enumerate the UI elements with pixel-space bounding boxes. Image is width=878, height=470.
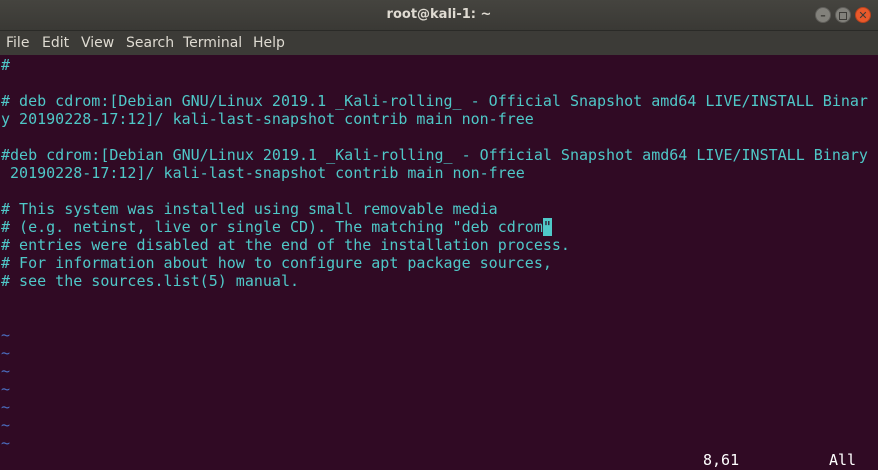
menu-edit[interactable]: Edit xyxy=(42,31,69,55)
empty-line-tilde: ~ xyxy=(1,326,11,344)
terminal-line: # xyxy=(1,56,11,74)
maximize-button[interactable] xyxy=(835,7,851,23)
maximize-icon xyxy=(839,12,847,20)
menu-search[interactable]: Search xyxy=(126,31,174,55)
empty-line-tilde: ~ xyxy=(1,380,11,398)
empty-line-tilde: ~ xyxy=(1,416,11,434)
terminal-line-text: # (e.g. netinst, live or single CD). The… xyxy=(1,218,543,236)
menu-view[interactable]: View xyxy=(81,31,114,55)
title-bar[interactable]: root@kali-1: ~ – ✕ xyxy=(0,0,878,31)
menu-file[interactable]: File xyxy=(6,31,29,55)
terminal-line: # For information about how to configure… xyxy=(1,254,552,272)
terminal-content[interactable]: # # deb cdrom:[Debian GNU/Linux 2019.1 _… xyxy=(0,56,878,470)
terminal-line-with-cursor: # (e.g. netinst, live or single CD). The… xyxy=(1,218,552,236)
menu-bar: File Edit View Search Terminal Help xyxy=(0,31,878,55)
empty-line-tilde: ~ xyxy=(1,398,11,416)
terminal-line: 20190228-17:12]/ kali-last-snapshot cont… xyxy=(1,164,525,182)
terminal-line: # This system was installed using small … xyxy=(1,200,498,218)
minimize-button[interactable]: – xyxy=(815,7,831,23)
menu-help[interactable]: Help xyxy=(253,31,285,55)
terminal-window: root@kali-1: ~ – ✕ File Edit View Search… xyxy=(0,0,878,470)
text-cursor: " xyxy=(542,218,552,236)
empty-line-tilde: ~ xyxy=(1,344,11,362)
close-icon: ✕ xyxy=(858,9,868,22)
terminal-line: # see the sources.list(5) manual. xyxy=(1,272,300,290)
terminal-line: # deb cdrom:[Debian GNU/Linux 2019.1 _Ka… xyxy=(1,92,868,110)
close-button[interactable]: ✕ xyxy=(855,7,871,23)
terminal-line: #deb cdrom:[Debian GNU/Linux 2019.1 _Kal… xyxy=(1,146,868,164)
terminal-line: y 20190228-17:12]/ kali-last-snapshot co… xyxy=(1,110,534,128)
empty-line-tilde: ~ xyxy=(1,434,11,452)
empty-line-tilde: ~ xyxy=(1,362,11,380)
window-title: root@kali-1: ~ xyxy=(386,7,492,22)
terminal-line: # entries were disabled at the end of th… xyxy=(1,236,570,254)
cursor-position: 8,61 xyxy=(703,451,740,469)
scroll-indicator: All xyxy=(829,451,857,469)
minimize-icon: – xyxy=(820,9,826,22)
menu-terminal[interactable]: Terminal xyxy=(183,31,242,55)
